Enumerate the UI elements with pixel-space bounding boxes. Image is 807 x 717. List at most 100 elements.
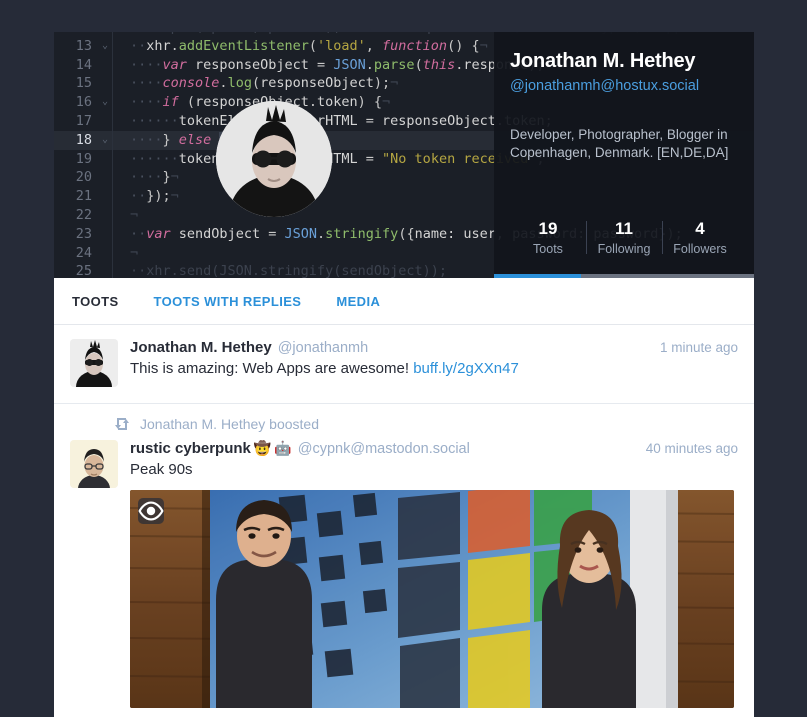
tab-media[interactable]: MEDIA — [336, 294, 380, 309]
fold-arrow-icon — [98, 112, 112, 131]
gutter-separator — [112, 205, 124, 225]
toot-item[interactable]: Jonathan M. Hethey @jonathanmh 1 minute … — [54, 325, 754, 404]
toot-header: Jonathan M. Hethey @jonathanmh 1 minute … — [130, 339, 738, 356]
gutter-separator — [112, 55, 124, 75]
code-text: ······tokenElement.innerHTML = responseO… — [130, 112, 553, 129]
gutter-separator — [112, 111, 124, 131]
toot-avatar-photo[interactable] — [70, 339, 118, 387]
fold-arrow-icon — [98, 206, 112, 225]
profile-tabs: TOOTS TOOTS WITH REPLIES MEDIA — [54, 278, 754, 325]
media-image-graphic — [130, 490, 734, 708]
boosted-toot-item[interactable]: rustic cyberpunk 🤠 🤖 @cypnk@mastodon.soc… — [54, 432, 754, 717]
fold-arrow-icon — [98, 187, 112, 206]
code-text: ··xhr.send(JSON.stringify(sendObject)); — [130, 263, 447, 278]
fold-arrow-icon[interactable]: ⌄ — [98, 93, 112, 112]
gutter-separator — [112, 149, 124, 169]
boost-label: Jonathan M. Hethey boosted — [140, 416, 320, 432]
line-number: 23 — [75, 225, 92, 242]
boosted-avatar-graphic — [70, 440, 118, 488]
fold-arrow-icon — [98, 150, 112, 169]
toot-body: Jonathan M. Hethey @jonathanmh 1 minute … — [130, 339, 738, 387]
tab-toots-with-replies[interactable]: TOOTS WITH REPLIES — [154, 294, 302, 309]
code-text: ····console.log(responseObject);¬ — [130, 75, 399, 92]
gutter-separator — [112, 262, 124, 278]
line-number: 15 — [75, 75, 92, 92]
toot-media-attachment[interactable] — [130, 490, 734, 708]
boosted-author-name[interactable]: rustic cyberpunk — [130, 440, 251, 457]
app-root: 12 ⌄ xhr.open('post', postUrl); xhr.setR… — [0, 0, 807, 717]
fold-arrow-icon — [98, 168, 112, 187]
fold-arrow-icon[interactable]: ⌄ — [98, 37, 112, 56]
code-text: ····}¬ — [130, 169, 179, 186]
profile-content-panel: TOOTS TOOTS WITH REPLIES MEDIA Jonathan … — [54, 278, 754, 717]
profile-handle: @jonathanmh@hostux.social — [510, 78, 700, 94]
profile-bio: Developer, Photographer, Blogger in Cope… — [510, 127, 729, 160]
avatar-photo-graphic — [216, 101, 332, 217]
boosted-author-account[interactable]: @cypnk@mastodon.social — [298, 441, 470, 457]
line-number: 20 — [75, 169, 92, 186]
gutter-separator — [112, 168, 124, 188]
fold-arrow-icon[interactable]: ⌄ — [98, 131, 112, 150]
line-number: 18 — [75, 131, 92, 148]
code-text: ¬ — [130, 206, 139, 223]
boost-arrows-glyph — [115, 418, 129, 430]
stat-value: 4 — [695, 219, 705, 238]
gutter-separator — [112, 243, 124, 263]
robot-emoji-icon: 🤖 — [274, 440, 292, 456]
toot-avatar-graphic — [70, 339, 118, 387]
toot-text: This is amazing: Web Apps are awesome! b… — [130, 359, 738, 379]
profile-stats: 19 Toots 11 Following 4 Followers — [510, 219, 738, 256]
profile-stat-following[interactable]: 11 Following — [586, 219, 662, 256]
eye-icon — [138, 501, 164, 521]
line-number: 21 — [75, 188, 92, 205]
line-number: 17 — [75, 112, 92, 129]
stat-value: 19 — [538, 219, 558, 238]
boost-indicator: Jonathan M. Hethey boosted — [54, 404, 754, 432]
gutter-separator — [112, 74, 124, 94]
toot-timestamp[interactable]: 1 minute ago — [650, 340, 738, 355]
toot-author-account[interactable]: @jonathanmh — [278, 340, 369, 356]
line-number: 25 — [75, 263, 92, 278]
boosted-toot-body: rustic cyberpunk 🤠 🤖 @cypnk@mastodon.soc… — [130, 440, 738, 708]
stat-value: 11 — [615, 219, 633, 238]
boosted-toot-timestamp[interactable]: 40 minutes ago — [636, 441, 738, 456]
profile-display-name: Jonathan M. Hethey — [510, 50, 696, 72]
toot-link[interactable]: buff.ly/2gXXn47 — [413, 360, 519, 377]
code-text: ······tokenElement.innerHTML = "No token… — [130, 150, 545, 167]
line-number: 13 — [75, 37, 92, 54]
fold-arrow-icon — [98, 74, 112, 93]
stat-label: Toots — [533, 242, 563, 256]
boost-icon — [114, 417, 130, 431]
profile-header: Jonathan M. Hethey @jonathanmh@hostux.so… — [494, 32, 755, 278]
line-number: 19 — [75, 150, 92, 167]
boosted-toot-text: Peak 90s — [130, 461, 193, 478]
stat-label: Following — [597, 242, 651, 256]
media-hide-toggle-button[interactable] — [138, 498, 164, 524]
fold-arrow-icon — [98, 244, 112, 263]
stat-label: Followers — [673, 242, 727, 256]
code-text: ··xhr.addEventListener('load', function(… — [130, 37, 488, 54]
code-text: ····var responseObject = JSON.parse(this… — [130, 56, 545, 73]
gutter-separator — [112, 36, 124, 56]
code-text: ··});¬ — [130, 188, 179, 205]
tab-toots[interactable]: TOOTS — [72, 294, 119, 309]
boosted-avatar-illustration[interactable] — [70, 440, 118, 488]
line-number: 14 — [75, 56, 92, 73]
line-number: 22 — [75, 206, 92, 223]
gutter-separator — [112, 130, 124, 150]
fold-arrow-icon — [98, 56, 112, 75]
gutter-separator — [112, 224, 124, 244]
fold-arrow-icon — [98, 225, 112, 244]
toot-text-content: This is amazing: Web Apps are awesome! — [130, 360, 414, 377]
profile-stat-toots[interactable]: 19 Toots — [510, 219, 586, 256]
profile-avatar-photo — [216, 101, 332, 217]
profile-stat-followers[interactable]: 4 Followers — [662, 219, 738, 256]
boosted-toot-header: rustic cyberpunk 🤠 🤖 @cypnk@mastodon.soc… — [130, 440, 738, 457]
cowboy-emoji-icon: 🤠 — [253, 440, 272, 456]
gutter-separator — [112, 187, 124, 206]
gutter-separator — [112, 93, 124, 112]
fold-arrow-icon — [98, 262, 112, 278]
code-text: ¬ — [130, 244, 139, 261]
line-number: 16 — [75, 94, 92, 111]
toot-author-name[interactable]: Jonathan M. Hethey — [130, 339, 272, 356]
